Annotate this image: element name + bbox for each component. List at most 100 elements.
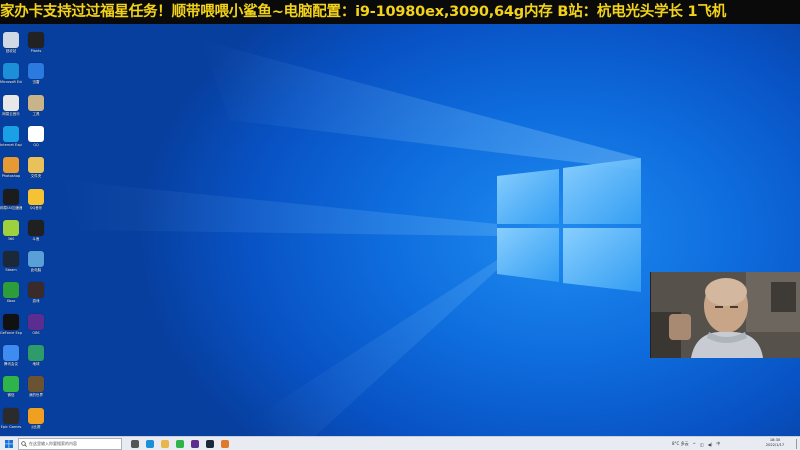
desktop-icon-label: Plants — [30, 49, 42, 53]
network-icon[interactable]: ◫ — [700, 442, 704, 447]
desktop-icon[interactable]: 微信 — [0, 376, 22, 397]
desktop-icon-label: 工具 — [32, 111, 40, 116]
desktop-icon[interactable]: 我的世界 — [25, 376, 47, 397]
desktop-icon-label: JJ比赛 — [31, 424, 41, 429]
show-desktop-divider — [795, 439, 797, 449]
task-view-icon — [130, 440, 139, 448]
desktop-icon[interactable]: Steam — [0, 251, 22, 272]
taskbar-app-button[interactable] — [173, 437, 186, 450]
gear-icon — [28, 94, 44, 111]
desktop-icon[interactable]: JJ比赛 — [25, 407, 47, 429]
app-icon — [28, 32, 44, 48]
desktop-icon-label: OBS — [32, 330, 40, 335]
desktop-icon[interactable]: GeForce Experience — [0, 313, 22, 335]
desktop-icon[interactable]: 回收站 — [0, 32, 22, 53]
qqmusic-icon — [28, 188, 44, 205]
douyu-icon — [28, 219, 44, 236]
desktop-icon[interactable]: OBS — [25, 313, 47, 335]
desktop-icon-label: 地球 — [32, 362, 40, 366]
search-placeholder: 在这里输入你要搜索的内容 — [29, 441, 77, 446]
360-icon — [3, 219, 19, 236]
computer-icon — [28, 251, 44, 268]
volume-icon[interactable]: ◀) — [708, 442, 713, 447]
minecraft-icon — [28, 376, 44, 393]
desktop-icon-label: 我的世界 — [29, 393, 43, 398]
wechat-icon — [3, 376, 19, 393]
desktop-icon[interactable]: 网易UU加速器 — [0, 188, 22, 210]
desktop-icon[interactable]: Internet Explorer — [0, 125, 22, 147]
desktop-icon[interactable]: 迅雷 — [25, 63, 47, 84]
desktop-icon-label: QQ音乐 — [29, 205, 43, 210]
desktop-icon-label: 微信 — [7, 393, 15, 398]
desktop-icon[interactable]: 游戏 — [25, 282, 47, 303]
ps-icon — [3, 157, 19, 174]
start-button[interactable] — [2, 437, 16, 450]
desktop-icon[interactable]: Plants — [25, 32, 47, 53]
explorer-taskbar-icon — [160, 440, 169, 448]
music-icon — [3, 94, 19, 111]
desktop-icon[interactable]: 腾讯会议 — [0, 345, 22, 366]
desktop-icon[interactable]: QQ音乐 — [25, 188, 47, 210]
ime-icon[interactable]: 中 — [716, 441, 720, 447]
desktop-icon[interactable]: 工具 — [25, 94, 47, 116]
meeting-icon — [3, 345, 19, 361]
desktop-icon[interactable]: 360 — [0, 219, 22, 241]
jj-icon — [28, 407, 44, 424]
show-desktop-button[interactable] — [792, 437, 800, 450]
desktop-icon[interactable]: 此电脑 — [25, 251, 47, 272]
game-taskbar-icon — [220, 440, 229, 448]
taskbar-app-button[interactable] — [218, 437, 231, 450]
desktop-icon[interactable]: 文件夹 — [25, 157, 47, 178]
edge-icon — [3, 63, 19, 80]
desktop-icon-label: 迅雷 — [32, 80, 40, 85]
taskbar-clock[interactable]: 18:30 2022/1/17 — [760, 438, 790, 448]
desktop-icon[interactable]: Xbox — [0, 282, 22, 303]
desktop-icon-label: 网易云音乐 — [2, 111, 20, 116]
search-icon — [21, 441, 27, 447]
game-icon — [28, 282, 44, 299]
chevron-up-icon[interactable]: ^ — [693, 442, 696, 447]
wechat-taskbar-icon — [175, 440, 184, 448]
desktop-icon-label: 回收站 — [5, 49, 17, 53]
edge-taskbar-icon — [145, 440, 154, 448]
nvidia-icon — [3, 313, 19, 330]
taskbar-app-button[interactable] — [203, 437, 216, 450]
ie-icon — [3, 125, 19, 142]
desktop-icon[interactable]: QQ — [25, 125, 47, 147]
taskbar-app-button[interactable] — [128, 437, 141, 450]
taskbar-search-input[interactable]: 在这里输入你要搜索的内容 — [18, 438, 122, 450]
taskbar-app-button[interactable] — [188, 437, 201, 450]
desktop-icon[interactable]: 地球 — [25, 345, 47, 366]
epic-icon — [3, 407, 19, 424]
folder-icon — [28, 157, 44, 174]
obs-taskbar-icon — [190, 440, 199, 448]
desktop-icon-label: Internet Explorer — [0, 142, 22, 147]
taskbar-app-button[interactable] — [143, 437, 156, 450]
desktop-icon-label: Xbox — [6, 299, 16, 304]
desktop-icon[interactable]: Photoshop — [0, 157, 22, 178]
steam-icon — [3, 251, 19, 268]
desktop-icon[interactable]: Microsoft Edge — [0, 63, 22, 84]
desktop-icon-label: 游戏 — [32, 299, 40, 304]
desktop-icon-label: 360 — [7, 236, 15, 241]
xbox-icon — [3, 282, 19, 299]
clock-date: 2022/1/17 — [765, 443, 785, 447]
weather-text[interactable]: 8°C 多云 — [672, 441, 689, 447]
desktop-icon-label: QQ — [33, 142, 39, 147]
recycle-bin-icon — [3, 32, 19, 48]
desktop-icon[interactable]: 网易云音乐 — [0, 94, 22, 116]
desktop-icon-label: Epic Games — [0, 424, 22, 429]
stream-ticker: 家办卡支持过过福星任务！顺带喂喂小鲨鱼~电脑配置：i9-10980ex,3090… — [0, 0, 800, 24]
desktop-icon-label: Microsoft Edge — [0, 80, 22, 85]
thunder-icon — [28, 63, 44, 80]
webcam-overlay — [650, 272, 800, 358]
windows-start-icon — [5, 440, 13, 448]
desktop-icon-label: Photoshop — [1, 174, 21, 179]
desktop-icon[interactable]: 斗鱼 — [25, 219, 47, 241]
taskbar-app-button[interactable] — [158, 437, 171, 450]
desktop-icon[interactable]: Epic Games — [0, 407, 22, 429]
webcam-person-image — [651, 272, 800, 358]
uu-icon — [3, 188, 19, 205]
obs-icon — [28, 313, 44, 330]
steam-taskbar-icon — [205, 440, 214, 448]
